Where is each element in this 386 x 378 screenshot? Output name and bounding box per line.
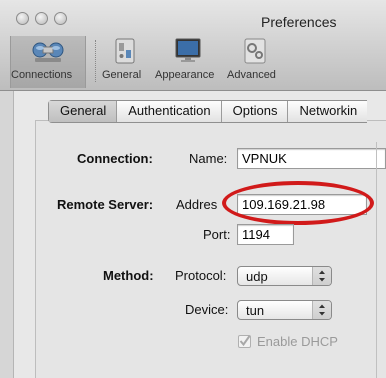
name-label: Name: bbox=[189, 151, 228, 166]
checkmark-icon bbox=[239, 335, 251, 347]
protocol-popup[interactable]: udp bbox=[237, 266, 332, 286]
toolbar-appearance-label: Appearance bbox=[155, 69, 215, 81]
general-switch-icon bbox=[108, 36, 142, 66]
enable-dhcp-label: Enable DHCP bbox=[257, 334, 338, 349]
right-column-edge bbox=[376, 142, 386, 378]
name-field[interactable]: VPNUK bbox=[237, 148, 386, 169]
address-highlight-ring bbox=[222, 181, 374, 225]
window-toolbar: Preferences Connections General Appearan… bbox=[0, 0, 386, 91]
preferences-window: Preferences Connections General Appearan… bbox=[0, 0, 386, 378]
protocol-label: Protocol: bbox=[175, 268, 227, 283]
port-field[interactable]: 1194 bbox=[237, 224, 294, 245]
tab-networking[interactable]: Networkin bbox=[288, 101, 367, 122]
port-label: Port: bbox=[203, 227, 231, 242]
protocol-value: udp bbox=[246, 269, 268, 284]
tab-options[interactable]: Options bbox=[222, 101, 289, 122]
toolbar-connections[interactable]: Connections bbox=[10, 36, 86, 88]
connection-section-label: Connection: bbox=[77, 151, 153, 166]
toolbar-appearance[interactable]: Appearance bbox=[155, 36, 221, 88]
toolbar-general[interactable]: General bbox=[102, 36, 148, 88]
minimize-window-button[interactable] bbox=[35, 12, 48, 25]
connections-icon bbox=[31, 36, 65, 66]
monitor-icon bbox=[171, 36, 205, 66]
toolbar-advanced-label: Advanced bbox=[227, 69, 276, 81]
method-section-label: Method: bbox=[103, 268, 154, 283]
advanced-gears-icon bbox=[238, 36, 272, 66]
tab-authentication[interactable]: Authentication bbox=[117, 101, 222, 122]
toolbar-connections-label: Connections bbox=[11, 69, 73, 81]
popup-arrows-icon bbox=[312, 267, 331, 285]
toolbar-general-label: General bbox=[102, 69, 142, 81]
device-label: Device: bbox=[185, 302, 229, 317]
close-window-button[interactable] bbox=[16, 12, 29, 25]
remote-server-section-label: Remote Server: bbox=[57, 197, 154, 212]
toolbar-separator bbox=[95, 40, 97, 82]
tab-general[interactable]: General bbox=[49, 101, 118, 122]
left-sidebar-edge bbox=[0, 91, 14, 378]
zoom-window-button[interactable] bbox=[54, 12, 67, 25]
popup-arrows-icon bbox=[312, 301, 331, 319]
toolbar-advanced[interactable]: Advanced bbox=[227, 36, 283, 88]
address-label: Addres bbox=[176, 197, 218, 212]
enable-dhcp-checkbox[interactable] bbox=[238, 335, 251, 348]
device-popup[interactable]: tun bbox=[237, 300, 332, 320]
device-value: tun bbox=[246, 303, 265, 318]
window-title: Preferences bbox=[261, 14, 337, 30]
tab-bar: General Authentication Options Networkin bbox=[48, 100, 368, 123]
